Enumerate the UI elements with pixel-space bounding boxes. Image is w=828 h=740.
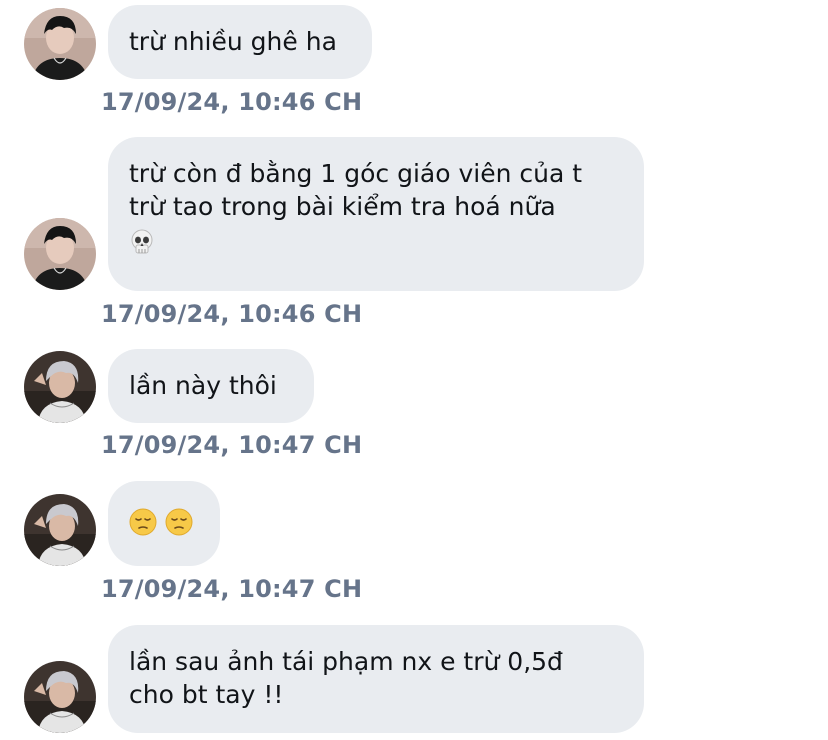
message-timestamp: 17/09/24, 10:46 CH — [101, 300, 363, 328]
pensive-face-icon — [129, 508, 157, 536]
message-thread: trừ nhiều ghê ha 17/09/24, 10:46 CH trừ … — [0, 0, 828, 740]
message-text: lần sau ảnh tái phạm nx e trừ 0,5đ — [129, 647, 563, 676]
message-bubble[interactable]: trừ còn đ bằng 1 góc giáo viên của t trừ… — [108, 137, 644, 291]
sender-avatar[interactable] — [24, 8, 96, 80]
message-bubble[interactable]: lần này thôi — [108, 349, 314, 423]
message-timestamp: 17/09/24, 10:46 CH — [101, 88, 363, 116]
avatar-silver-hair-icon — [24, 661, 96, 733]
message-text: trừ còn đ bằng 1 góc giáo viên của t — [129, 159, 583, 188]
skull-emoji — [129, 229, 623, 265]
message-text: lần này thôi — [129, 371, 277, 400]
pensive-face-icon — [165, 508, 193, 536]
emoji-row — [129, 508, 199, 544]
message-text: trừ nhiều ghê ha — [129, 27, 337, 56]
sender-avatar[interactable] — [24, 351, 96, 423]
avatar-dark-hair-icon — [24, 8, 96, 80]
avatar-silver-hair-icon — [24, 351, 96, 423]
avatar-silver-hair-icon — [24, 494, 96, 566]
sender-avatar[interactable] — [24, 661, 96, 733]
message-text: cho bt tay !! — [129, 680, 284, 709]
message-bubble[interactable] — [108, 481, 220, 566]
skull-icon — [131, 229, 153, 254]
sender-avatar[interactable] — [24, 218, 96, 290]
message-bubble[interactable]: lần sau ảnh tái phạm nx e trừ 0,5đ cho b… — [108, 625, 644, 733]
message-timestamp: 17/09/24, 10:47 CH — [101, 431, 363, 459]
message-bubble[interactable]: trừ nhiều ghê ha — [108, 5, 372, 79]
sender-avatar[interactable] — [24, 494, 96, 566]
avatar-dark-hair-icon — [24, 218, 96, 290]
message-timestamp: 17/09/24, 10:47 CH — [101, 575, 363, 603]
message-text: trừ tao trong bài kiểm tra hoá nữa — [129, 192, 556, 221]
